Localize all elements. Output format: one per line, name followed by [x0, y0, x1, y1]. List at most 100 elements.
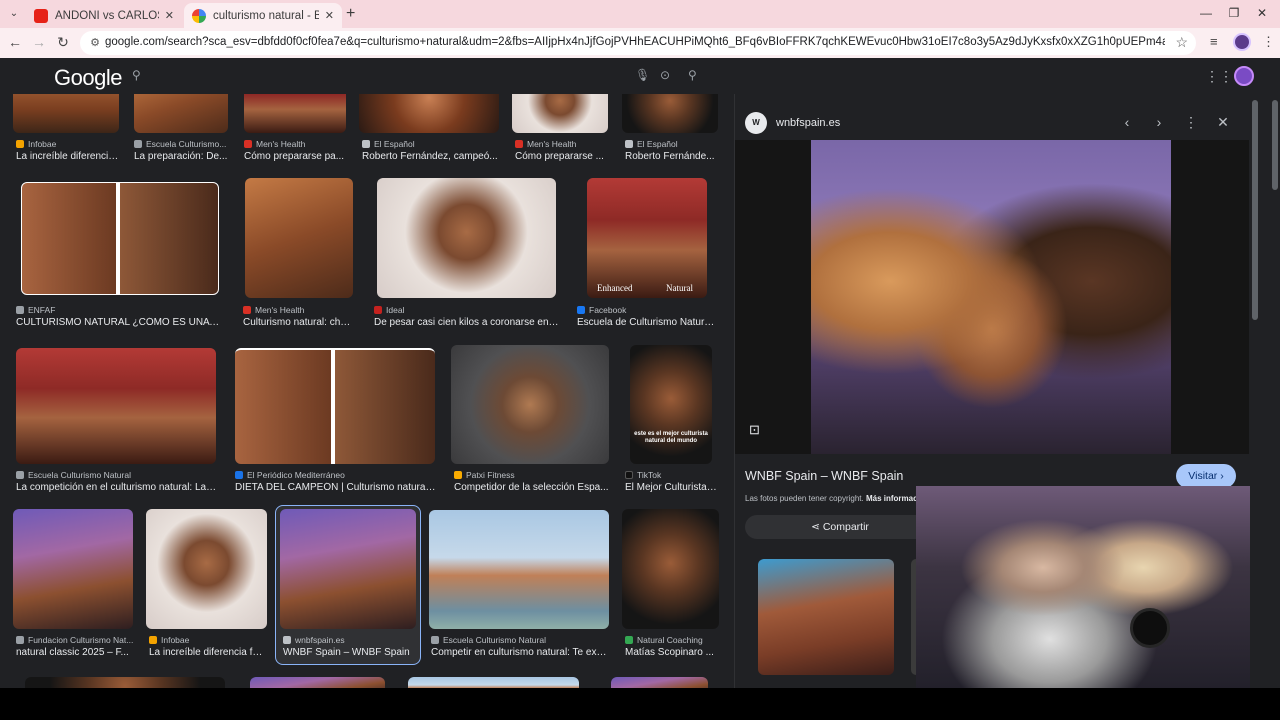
result-image[interactable]	[16, 348, 216, 464]
search-submit-icon[interactable]: ⚲	[688, 68, 697, 82]
result-caption[interactable]: natural classic 2025 – F...	[16, 647, 132, 658]
address-bar[interactable]: ⚙ google.com/search?sca_esv=dbfdd0f0cf0f…	[80, 31, 1196, 55]
result-caption[interactable]: Competir en culturismo natural: Te exp..…	[431, 647, 607, 658]
forward-icon[interactable]: →	[30, 34, 48, 50]
result-image[interactable]	[245, 178, 353, 298]
previous-icon[interactable]: ‹	[1118, 114, 1136, 130]
result-source[interactable]: Men's Health	[244, 139, 305, 149]
result-image[interactable]	[146, 509, 267, 629]
result-source[interactable]: ENFAF	[16, 305, 55, 315]
site-info-icon[interactable]: ⚙	[88, 36, 102, 50]
reload-icon[interactable]: ↻	[54, 34, 72, 51]
result-caption[interactable]: CULTURISMO NATURAL ¿CÓMO ES UNA T...	[16, 317, 221, 328]
result-image-selected[interactable]	[280, 509, 416, 629]
result-image[interactable]	[250, 677, 385, 688]
page-scrollbar[interactable]	[1272, 100, 1278, 190]
reading-list-icon[interactable]: ≡	[1210, 34, 1218, 49]
result-source[interactable]: Fundacion Culturismo Nat...	[16, 635, 133, 645]
result-caption[interactable]: Roberto Fernández, campeó...	[362, 151, 498, 162]
new-tab-icon[interactable]: +	[346, 6, 355, 22]
result-image[interactable]	[377, 178, 556, 298]
result-image[interactable]	[451, 345, 609, 464]
next-icon[interactable]: ›	[1150, 114, 1168, 130]
result-caption[interactable]: La increíble diferencia fí...	[149, 647, 263, 658]
google-logo[interactable]: Google	[54, 65, 122, 91]
result-source[interactable]: Patxi Fitness	[454, 470, 515, 480]
result-source[interactable]: Infobae	[16, 139, 56, 149]
result-image[interactable]	[13, 94, 119, 133]
tab-google-search[interactable]: culturismo natural - Buscar con ✕	[184, 3, 342, 28]
back-icon[interactable]: ←	[6, 34, 24, 50]
result-image[interactable]	[235, 348, 435, 464]
google-search-box[interactable]: ⚲	[120, 60, 720, 90]
panel-scrollbar[interactable]	[1252, 100, 1258, 320]
result-source[interactable]: El Periódico Mediterráneo	[235, 470, 345, 480]
result-source[interactable]: El Español	[625, 139, 678, 149]
minimize-icon[interactable]: —	[1196, 6, 1216, 20]
related-image[interactable]	[758, 559, 894, 675]
result-source[interactable]: Ideal	[374, 305, 404, 315]
chrome-menu-icon[interactable]: ⋮	[1262, 34, 1275, 50]
result-image[interactable]	[512, 94, 608, 133]
preview-site-name[interactable]: wnbfspain.es	[776, 117, 840, 129]
close-window-icon[interactable]: ✕	[1252, 6, 1272, 20]
result-image[interactable]	[25, 677, 225, 688]
result-caption[interactable]: WNBF Spain – WNBF Spain	[283, 647, 417, 658]
result-image[interactable]	[408, 677, 579, 688]
result-caption[interactable]: La preparación: De...	[134, 151, 228, 162]
result-caption[interactable]: Cómo prepararse pa...	[244, 151, 346, 162]
result-caption[interactable]: Culturismo natural: char...	[243, 317, 355, 328]
result-image[interactable]	[429, 510, 609, 629]
result-caption[interactable]: Cómo prepararse ...	[515, 151, 607, 162]
result-source[interactable]: Escuela Culturismo...	[134, 139, 226, 149]
result-source[interactable]: Infobae	[149, 635, 189, 645]
result-image[interactable]: este es el mejor culturista natural del …	[630, 345, 712, 464]
bookmark-star-icon[interactable]: ☆	[1175, 34, 1188, 51]
result-source[interactable]: Escuela Culturismo Natural	[431, 635, 546, 645]
visit-button[interactable]: Visitar ›	[1176, 464, 1236, 488]
result-image[interactable]	[21, 182, 219, 295]
tab-youtube[interactable]: ANDONI vs CARLOS BELCAST | ✕	[26, 3, 182, 28]
result-source[interactable]: Men's Health	[515, 139, 576, 149]
result-image[interactable]	[359, 94, 499, 133]
result-caption[interactable]: Competidor de la selección Espa...	[454, 482, 609, 493]
google-account-avatar[interactable]	[1234, 66, 1254, 86]
tab-close-icon[interactable]: ✕	[165, 9, 174, 22]
result-source[interactable]: El Español	[362, 139, 415, 149]
more-info-link[interactable]: Más informac	[866, 494, 918, 503]
result-image[interactable]	[134, 94, 228, 133]
result-caption[interactable]: La increíble diferencia...	[16, 151, 122, 162]
url-text[interactable]: google.com/search?sca_esv=dbfdd0f0cf0fea…	[105, 36, 1165, 48]
result-caption[interactable]: El Mejor Culturista ...	[625, 482, 717, 493]
result-caption[interactable]: Matías Scopinaro ...	[625, 647, 717, 658]
result-caption[interactable]: La competición en el culturismo natural:…	[16, 482, 218, 493]
result-image[interactable]	[13, 509, 133, 629]
preview-title[interactable]: WNBF Spain – WNBF Spain	[745, 469, 903, 483]
result-image[interactable]: Enhanced Natural	[587, 178, 707, 298]
result-source[interactable]: Escuela Culturismo Natural	[16, 470, 131, 480]
result-source[interactable]: wnbfspain.es	[283, 635, 345, 645]
search-input[interactable]	[120, 60, 720, 90]
result-source[interactable]: Men's Health	[243, 305, 304, 315]
tab-search-icon[interactable]: ⌄	[6, 6, 22, 22]
close-icon[interactable]: ✕	[1214, 114, 1232, 131]
result-source[interactable]: Natural Coaching	[625, 635, 703, 645]
result-source[interactable]: TikTok	[625, 470, 661, 480]
result-source[interactable]: Facebook	[577, 305, 626, 315]
result-image[interactable]	[611, 677, 708, 688]
more-options-icon[interactable]: ⋮	[1182, 114, 1200, 131]
share-button[interactable]: ⋖ Compartir	[745, 515, 935, 539]
result-image[interactable]	[622, 509, 719, 629]
voice-search-icon[interactable]: 🎙	[635, 68, 650, 82]
result-caption[interactable]: Escuela de Culturismo Natural...	[577, 317, 717, 328]
result-image[interactable]	[244, 94, 346, 133]
restore-icon[interactable]: ❐	[1224, 6, 1244, 20]
profile-avatar[interactable]	[1233, 33, 1251, 51]
result-caption[interactable]: DIETA DEL CAMPEÓN | Culturismo natural: …	[235, 482, 437, 493]
result-caption[interactable]: De pesar casi cien kilos a coronarse en …	[374, 317, 559, 328]
apps-grid-icon[interactable]: ⋮⋮	[1205, 68, 1233, 85]
lens-search-icon[interactable]: ⊡	[749, 422, 760, 438]
result-caption[interactable]: Roberto Fernánde...	[625, 151, 717, 162]
tab-close-icon[interactable]: ✕	[325, 9, 334, 22]
preview-image[interactable]: ⊡	[735, 140, 1249, 454]
